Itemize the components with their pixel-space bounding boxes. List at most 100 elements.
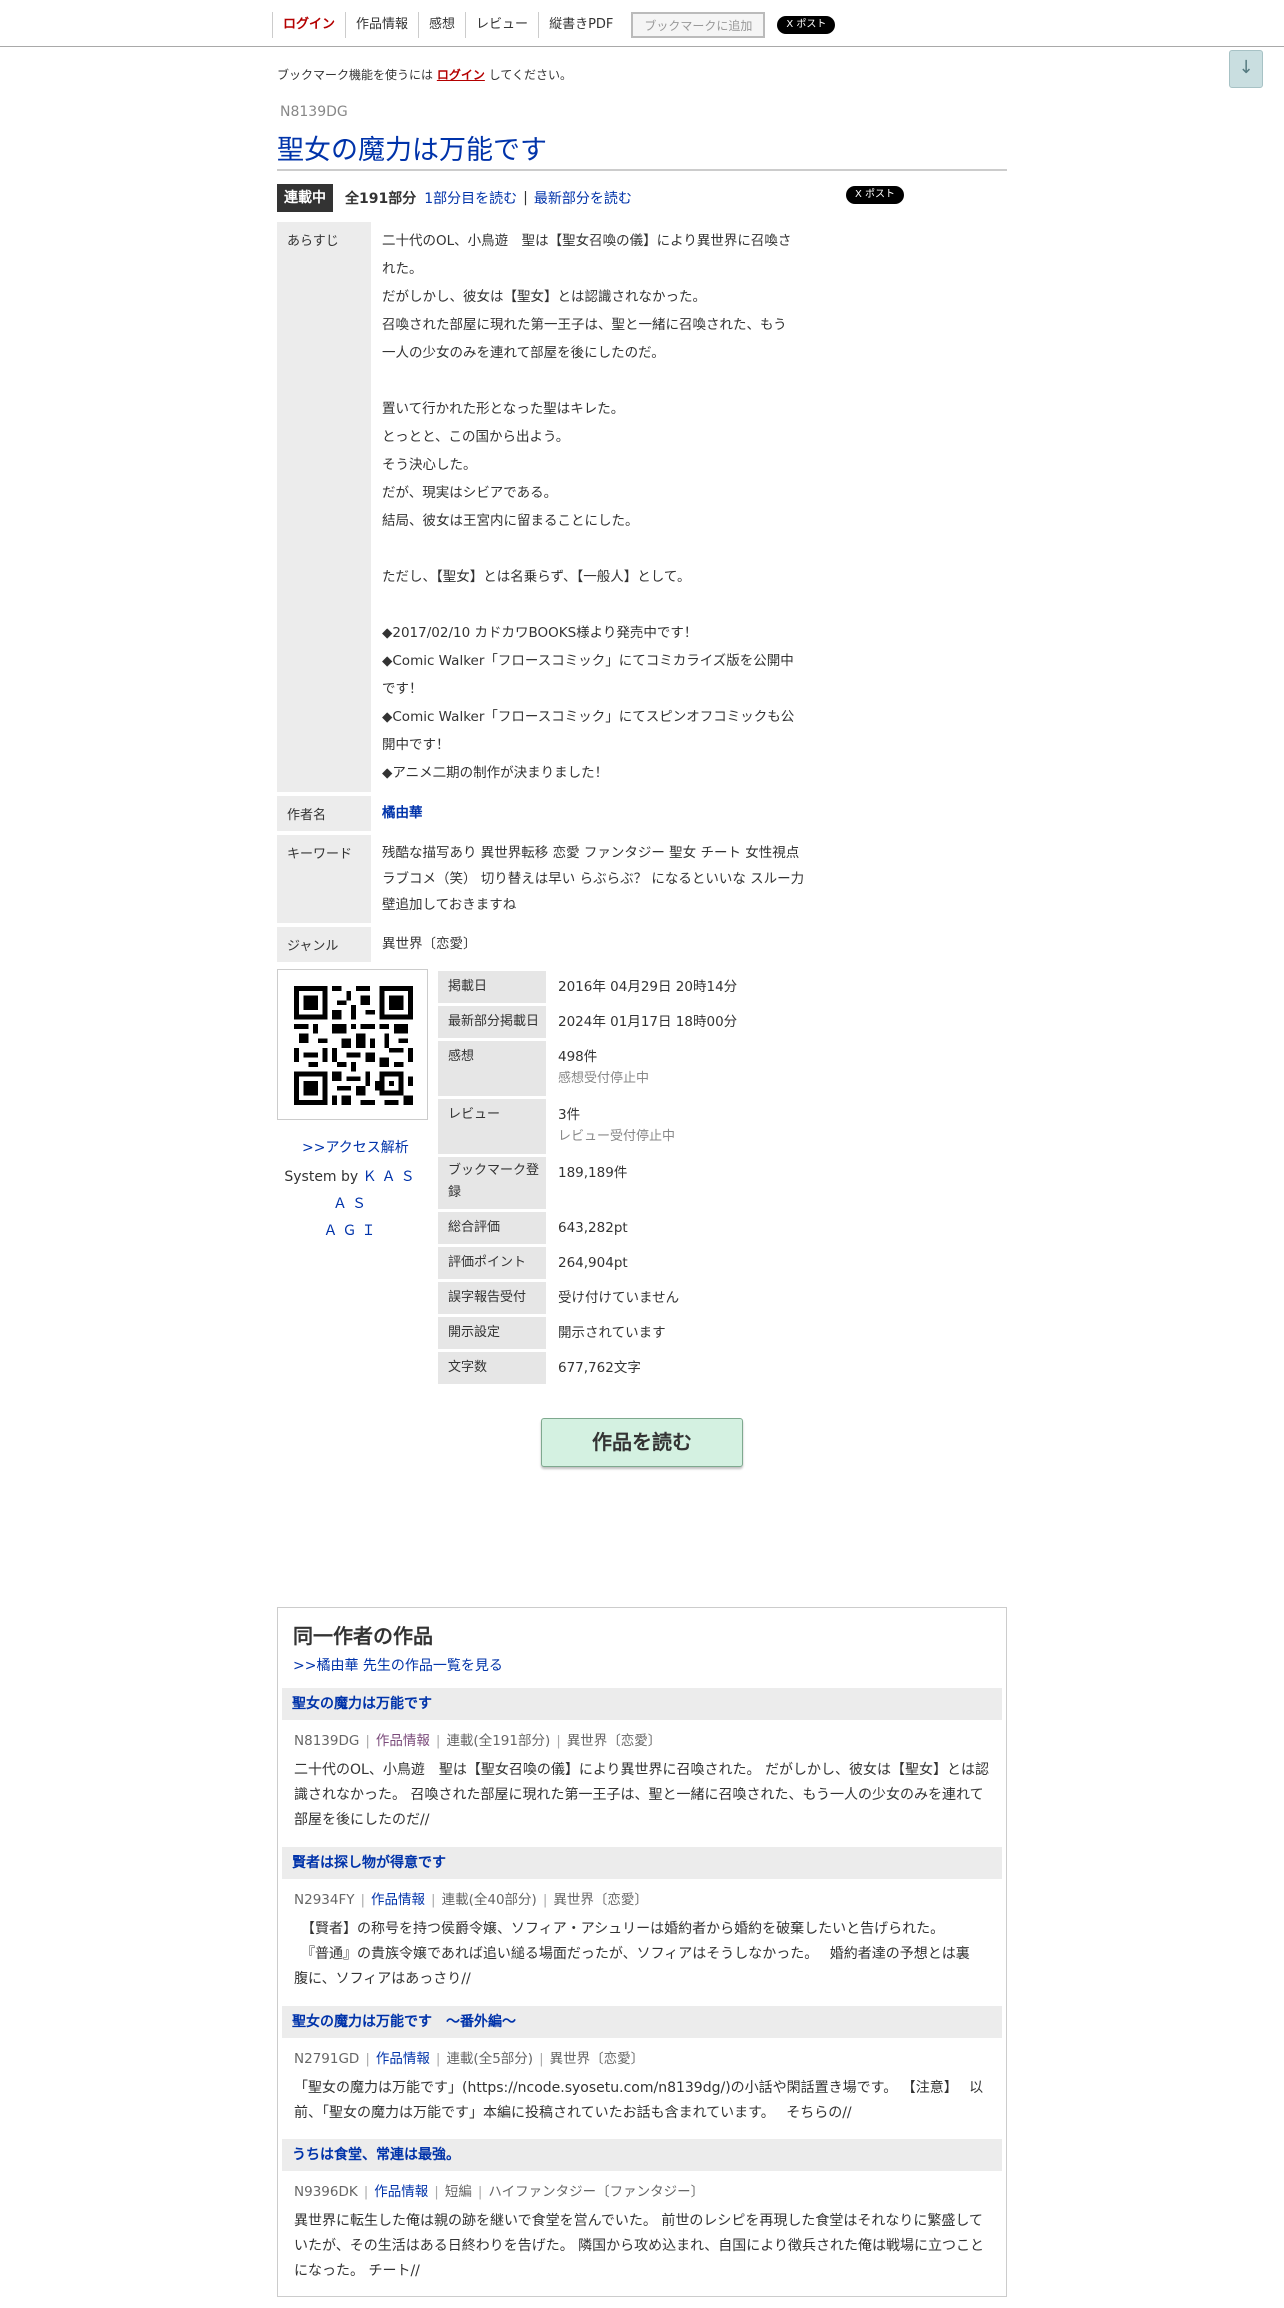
synopsis-line: ◆Comic Walker「フロースコミック」にてコミカライズ版を公開中 bbox=[382, 653, 794, 669]
synopsis-label: あらすじ bbox=[277, 222, 371, 792]
work-desc-line: 部屋を後にしたのだ// bbox=[294, 1812, 430, 1828]
synopsis-line: ◆アニメ二期の制作が決まりました！ bbox=[382, 765, 609, 781]
stat-row-char-count: 文字数 677,762文字 bbox=[438, 1352, 808, 1384]
share-x-post-button[interactable]: X ポスト bbox=[846, 186, 905, 204]
synopsis-line: そう決心した。 bbox=[382, 457, 477, 473]
work-ncode: N2934FY bbox=[294, 1892, 355, 1908]
x-post-button[interactable]: X ポスト bbox=[777, 16, 836, 34]
stat-value: 264,904pt bbox=[558, 1255, 628, 1271]
stat-sub: 感想受付停止中 bbox=[558, 1071, 650, 1086]
work-genre: 異世界〔恋愛〕 bbox=[549, 2051, 645, 2067]
keyword-line: ラブコメ（笑） 切り替えは早い らぶらぶ？ になるといいな スルー力 bbox=[382, 871, 805, 887]
qr-code-icon bbox=[294, 986, 413, 1105]
stat-row-typo-report: 誤字報告受付 受け付けていません bbox=[438, 1282, 808, 1314]
synopsis-line: 二十代のOL、小鳥遊 聖は【聖女召喚の儀】により異世界に召喚さ bbox=[382, 233, 792, 249]
stat-value: 2016年 04月29日 20時14分 bbox=[558, 979, 738, 995]
nav-items: ログイン 作品情報 感想 レビュー 縦書きPDF ブックマークに追加 X ポスト bbox=[272, 11, 836, 39]
work-info-link[interactable]: 作品情報 bbox=[376, 2051, 430, 2067]
work-desc-line: 腹に、ソフィアはあっさり// bbox=[294, 1971, 471, 1987]
title-divider bbox=[277, 169, 1007, 171]
nav-review-link[interactable]: レビュー bbox=[465, 12, 538, 38]
genre: 異世界〔恋愛〕 bbox=[382, 936, 477, 952]
author-row: 作者名 橘由華 bbox=[277, 796, 817, 831]
stat-row-bookmarks: ブックマーク登録 189,189件 bbox=[438, 1157, 808, 1209]
synopsis-line: れた。 bbox=[382, 261, 423, 277]
work-type: 連載(全40部分) bbox=[441, 1892, 537, 1908]
stats-table: 掲載日 2016年 04月29日 20時14分 最新部分掲載日 2024年 01… bbox=[438, 971, 808, 1387]
author-link[interactable]: 橘由華 bbox=[382, 805, 423, 821]
stat-value: 498件 bbox=[558, 1049, 598, 1065]
work-item: 聖女の魔力は万能です N8139DG | 作品情報 | 連載(全191部分) | 異世界〔恋… bbox=[282, 1688, 1002, 1833]
synopsis-line: とっとと、この国から出よう。 bbox=[382, 429, 570, 445]
work-info-link[interactable]: 作品情報 bbox=[376, 1733, 430, 1749]
nav-login-link[interactable]: ログイン bbox=[272, 12, 345, 38]
stat-value: 開示されています bbox=[558, 1325, 666, 1341]
stat-label: 総合評価 bbox=[438, 1212, 546, 1244]
read-work-button[interactable]: 作品を読む bbox=[541, 1418, 743, 1467]
bookmark-note-login-link[interactable]: ログイン bbox=[437, 68, 485, 82]
stat-value: 677,762文字 bbox=[558, 1360, 641, 1376]
work-item: 聖女の魔力は万能です ～番外編～ N2791GD | 作品情報 | 連載(全5部分) | 異… bbox=[282, 2006, 1002, 2126]
work-title-link[interactable]: 聖女の魔力は万能です bbox=[292, 1696, 432, 1712]
bookmark-note-before: ブックマーク機能を使うには bbox=[277, 68, 434, 82]
synopsis-line: 召喚された部屋に現れた第一王子は、聖と一緒に召喚された、もう bbox=[382, 317, 787, 333]
synopsis-line: 置いて行かれた形となった聖はキレた。 bbox=[382, 401, 625, 417]
keywords-row: キーワード 残酷な描写あり 異世界転移 恋愛 ファンタジー 聖女 チート 女性視… bbox=[277, 835, 817, 923]
nav-vertical-pdf-link[interactable]: 縦書きPDF bbox=[538, 12, 623, 38]
keyword-line: 壁追加しておきますね bbox=[382, 897, 517, 913]
work-meta: N2934FY | 作品情報 | 連載(全40部分) | 異世界〔恋愛〕 bbox=[294, 1892, 648, 1908]
status-row: 連載中 全191部分 1部分目を読む | 最新部分を読む bbox=[277, 184, 632, 212]
system-by: System by ＫＡＳＡＳ ＡＧＩ bbox=[282, 1164, 422, 1245]
page-title: 聖女の魔力は万能です bbox=[277, 135, 547, 166]
access-analysis-link[interactable]: >>アクセス解析 bbox=[302, 1137, 409, 1157]
bookmark-add-button[interactable]: ブックマークに追加 bbox=[631, 12, 766, 38]
work-ncode: N2791GD bbox=[294, 2051, 360, 2067]
work-info-link[interactable]: 作品情報 bbox=[371, 1892, 425, 1908]
bookmark-note-after: してください。 bbox=[488, 68, 572, 82]
stat-value: 643,282pt bbox=[558, 1220, 628, 1236]
work-desc-line: 「聖女の魔力は万能です」(https://ncode.syosetu.com/n… bbox=[294, 2080, 984, 2096]
author-works-list-link[interactable]: >>橘由華 先生の作品一覧を見る bbox=[293, 1655, 503, 1675]
work-desc-line: 識されなかった。 召喚された部屋に現れた第一王子は、聖と一緒に召喚された、もう一… bbox=[294, 1787, 984, 1803]
scroll-down-button[interactable]: ↓ bbox=[1229, 50, 1263, 88]
work-title-link[interactable]: 聖女の魔力は万能です ～番外編～ bbox=[292, 2014, 516, 2030]
stat-row-latest: 最新部分掲載日 2024年 01月17日 18時00分 bbox=[438, 1006, 808, 1038]
work-description: 二十代のOL、小鳥遊 聖は【聖女召喚の儀】により異世界に召喚された。 だがしかし… bbox=[294, 1758, 994, 1833]
keywords: 残酷な描写あり 異世界転移 恋愛 ファンタジー 聖女 チート 女性視点 ラブコメ… bbox=[371, 835, 817, 923]
info-table: あらすじ 二十代のOL、小鳥遊 聖は【聖女召喚の儀】により異世界に召喚さ れた。… bbox=[277, 222, 817, 966]
genre-label: ジャンル bbox=[277, 927, 371, 962]
work-desc-line: 『普通』の貴族令嬢であれば追い縋る場面だったが、ソフィアはそうしなかった。 婚約… bbox=[294, 1946, 970, 1962]
kasasagi-link-part2[interactable]: ＡＧＩ bbox=[324, 1223, 381, 1239]
work-title-link[interactable]: うちは食堂、常連は最強。 bbox=[292, 2147, 460, 2163]
system-by-prefix: System by bbox=[284, 1169, 359, 1185]
work-ncode: N9396DK bbox=[294, 2184, 358, 2200]
arrow-down-icon: ↓ bbox=[1238, 57, 1254, 78]
read-latest-part-link[interactable]: 最新部分を読む bbox=[534, 188, 632, 208]
work-item: 賢者は探し物が得意です N2934FY | 作品情報 | 連載(全40部分) | 異世界〔恋… bbox=[282, 1847, 1002, 1992]
synopsis-line: だがしかし、彼女は【聖女】とは認識されなかった。 bbox=[382, 289, 706, 305]
work-title-link[interactable]: 賢者は探し物が得意です bbox=[292, 1855, 446, 1871]
work-info-link[interactable]: 作品情報 bbox=[374, 2184, 428, 2200]
keywords-label: キーワード bbox=[277, 835, 371, 923]
work-desc-line: 異世界に転生した俺は親の跡を継いで食堂を営んでいた。 前世のレシピを再現した食堂… bbox=[294, 2213, 983, 2229]
work-type: 連載(全191部分) bbox=[446, 1733, 551, 1749]
work-desc-line: 二十代のOL、小鳥遊 聖は【聖女召喚の儀】により異世界に召喚された。 だがしかし… bbox=[294, 1762, 989, 1778]
stat-row-impressions: 感想 498件 感想受付停止中 bbox=[438, 1041, 808, 1096]
read-first-part-link[interactable]: 1部分目を読む bbox=[424, 188, 517, 208]
work-description: 異世界に転生した俺は親の跡を継いで食堂を営んでいた。 前世のレシピを再現した食堂… bbox=[294, 2209, 994, 2284]
synopsis-row: あらすじ 二十代のOL、小鳥遊 聖は【聖女召喚の儀】により異世界に召喚さ れた。… bbox=[277, 222, 817, 792]
stat-row-published: 掲載日 2016年 04月29日 20時14分 bbox=[438, 971, 808, 1003]
nav-impressions-link[interactable]: 感想 bbox=[418, 12, 465, 38]
stat-sub: レビュー受付停止中 bbox=[558, 1129, 676, 1144]
work-meta: N9396DK | 作品情報 | 短編 | ハイファンタジー〔ファンタジー〕 bbox=[294, 2184, 705, 2200]
work-desc-line: いたが、その生活はある日終わりを告げた。 隣国から攻め込まれ、自国により徴兵され… bbox=[294, 2238, 985, 2254]
synopsis: 二十代のOL、小鳥遊 聖は【聖女召喚の儀】により異世界に召喚さ れた。 だがしか… bbox=[371, 222, 817, 792]
stat-value: 189,189件 bbox=[558, 1165, 628, 1181]
synopsis-line: ただし、【聖女】とは名乗らず、【一般人】として。 bbox=[382, 569, 691, 585]
work-type: 短編 bbox=[444, 2184, 472, 2200]
same-author-heading: 同一作者の作品 bbox=[293, 1624, 433, 1648]
work-type: 連載(全5部分) bbox=[446, 2051, 534, 2067]
work-desc-line: 前、「聖女の魔力は万能です」本編に投稿されていたお話も含まれています。 そちらの… bbox=[294, 2105, 852, 2121]
synopsis-line: ◆2017/02/10 カドカワBOOKS様より発売中です！ bbox=[382, 625, 698, 641]
nav-work-info-link[interactable]: 作品情報 bbox=[345, 12, 418, 38]
